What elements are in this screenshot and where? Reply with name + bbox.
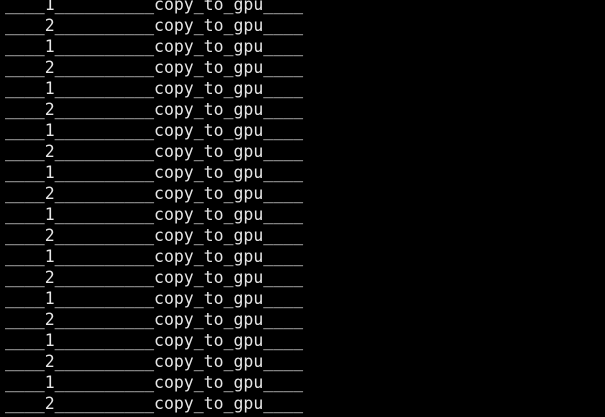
terminal-output[interactable]: ____1__________copy_to_gpu____ ____2____… — [0, 0, 605, 417]
terminal-line: ____1__________copy_to_gpu____ — [5, 373, 304, 392]
terminal-line: ____2__________copy_to_gpu____ — [5, 394, 304, 413]
terminal-line: ____2__________copy_to_gpu____ — [5, 310, 304, 329]
terminal-line: ____2__________copy_to_gpu____ — [5, 16, 304, 35]
terminal-line: ____2__________copy_to_gpu____ — [5, 58, 304, 77]
terminal-line: ____1__________copy_to_gpu____ — [5, 289, 304, 308]
terminal-line: ____2__________copy_to_gpu____ — [5, 268, 304, 287]
terminal-line: ____1__________copy_to_gpu____ — [5, 163, 304, 182]
terminal-line: ____1__________copy_to_gpu____ — [5, 37, 304, 56]
terminal-line: ____1__________copy_to_gpu____ — [5, 121, 304, 140]
terminal-line: ____2__________copy_to_gpu____ — [5, 226, 304, 245]
terminal-line: ____1__________copy_to_gpu____ — [5, 79, 304, 98]
terminal-line: ____1__________copy_to_gpu____ — [5, 247, 304, 266]
terminal-line: ____2__________copy_to_gpu____ — [5, 142, 304, 161]
terminal-line: ____1__________copy_to_gpu____ — [5, 0, 304, 14]
terminal-line: ____2__________copy_to_gpu____ — [5, 184, 304, 203]
terminal-line: ____1__________copy_to_gpu____ — [5, 205, 304, 224]
terminal-line: ____2__________copy_to_gpu____ — [5, 352, 304, 371]
terminal-line: ____1__________copy_to_gpu____ — [5, 331, 304, 350]
terminal-line: ____2__________copy_to_gpu____ — [5, 100, 304, 119]
